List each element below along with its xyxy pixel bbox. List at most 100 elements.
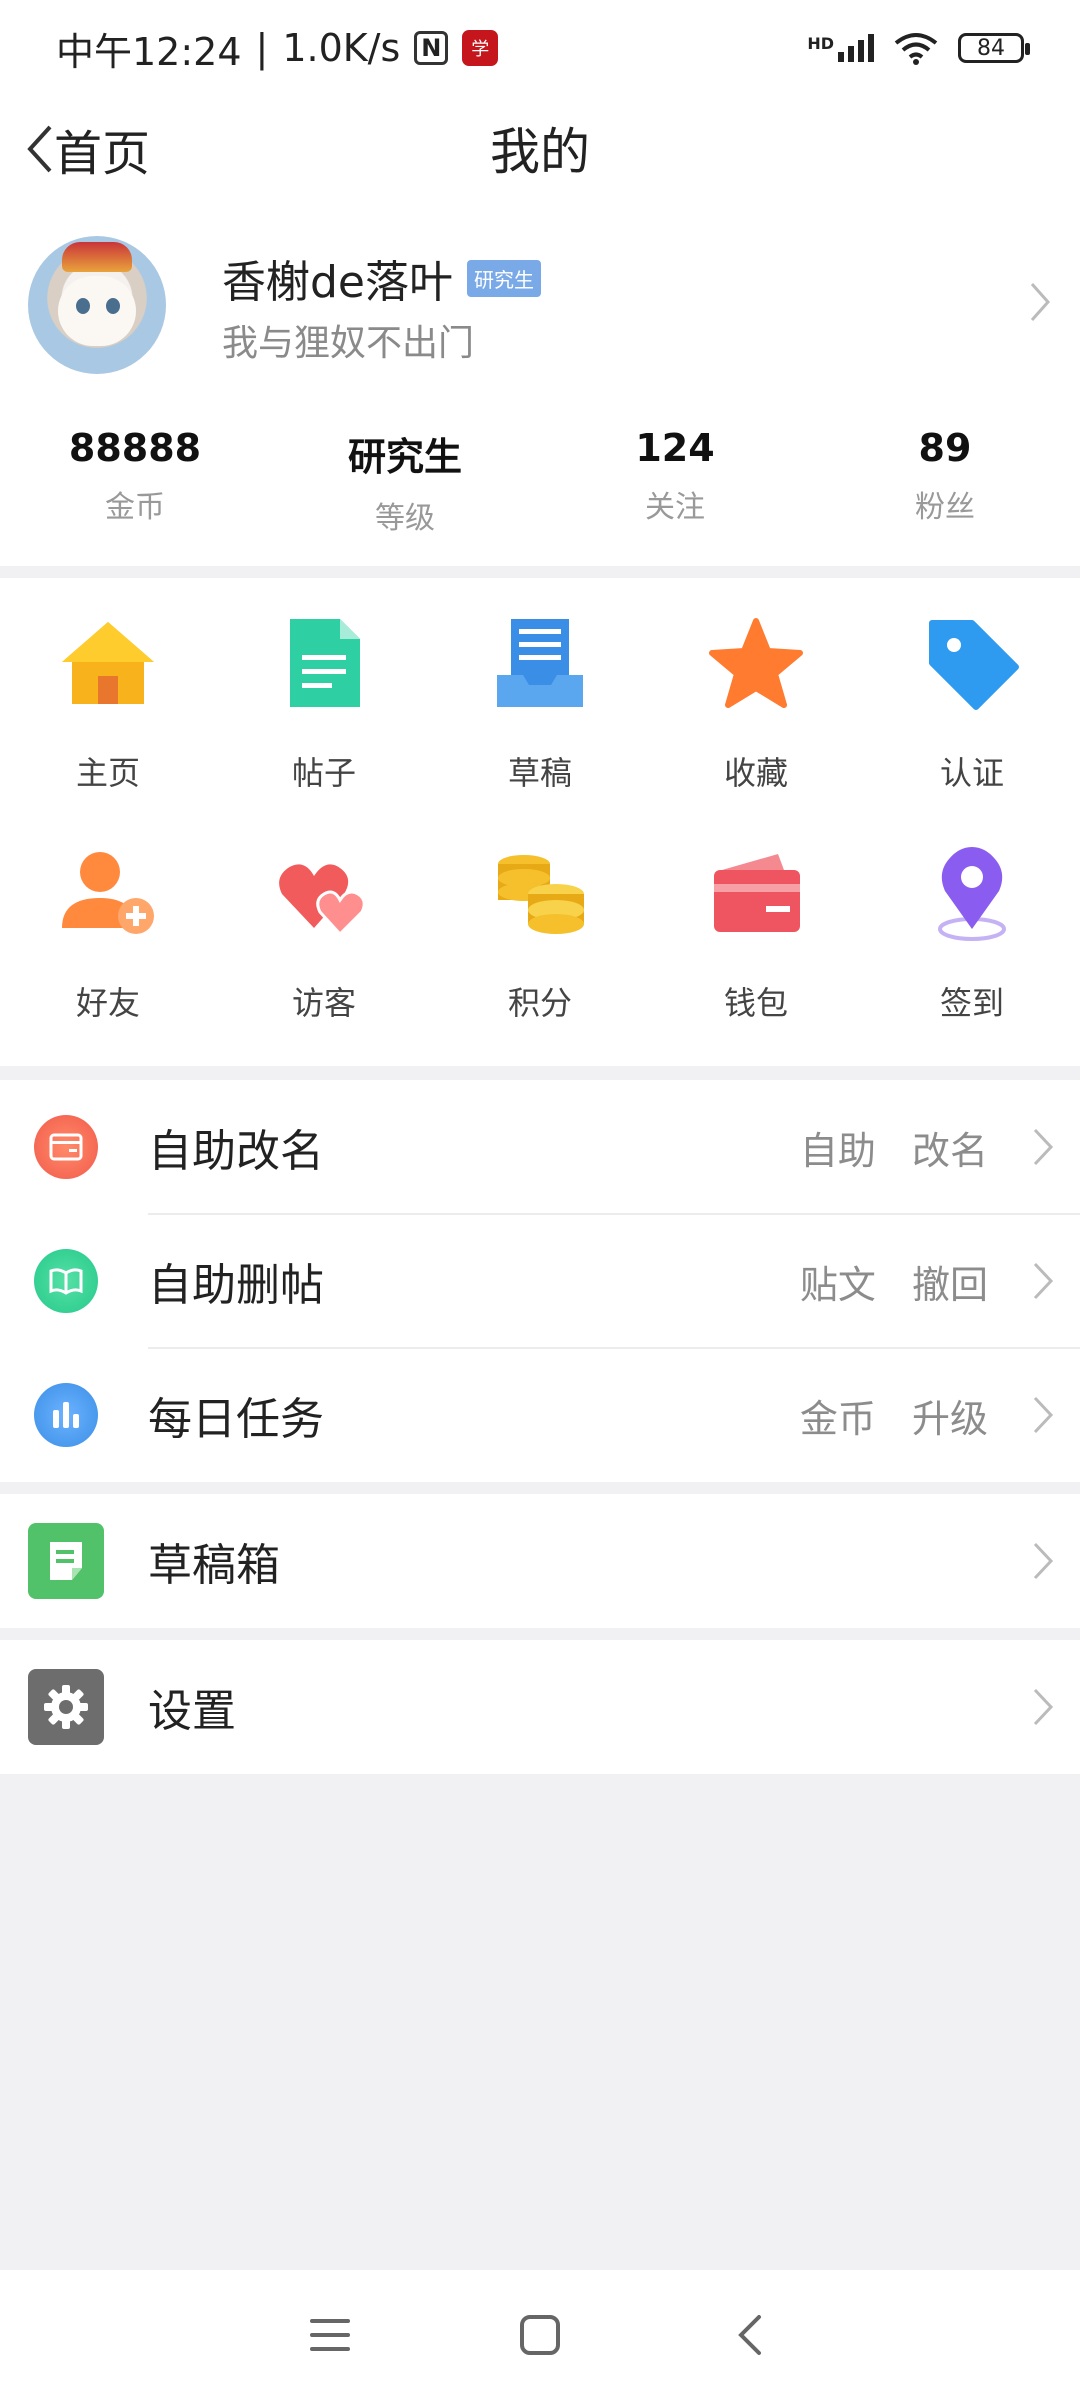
grid-item-home[interactable]: 主页 — [0, 608, 216, 808]
avatar[interactable] — [28, 236, 166, 374]
grid-item-posts[interactable]: 帖子 — [216, 608, 432, 808]
stat-coins[interactable]: 88888 金币 — [0, 426, 270, 537]
status-time: 中午12:24 — [56, 29, 242, 74]
home-button[interactable] — [510, 2305, 570, 2365]
grid-item-checkin[interactable]: 签到 — [864, 838, 1080, 1038]
hamburger-icon — [310, 2319, 350, 2351]
bar-chart-icon — [34, 1383, 98, 1447]
menu-item-delete-post[interactable]: 自助删帖 贴文 撤回 — [0, 1214, 1080, 1348]
stat-label: 关注 — [645, 490, 705, 525]
system-nav-bar — [0, 2270, 1080, 2400]
menu-label: 自助删帖 — [148, 1260, 324, 1311]
chevron-right-icon — [1033, 1396, 1054, 1434]
grid-label: 草稿 — [507, 754, 572, 792]
grid-item-verify[interactable]: 认证 — [864, 608, 1080, 808]
star-icon — [701, 608, 811, 718]
stat-label: 等级 — [375, 501, 435, 536]
grid-item-favorites[interactable]: 收藏 — [648, 608, 864, 808]
grid-label: 主页 — [75, 754, 140, 792]
grid-label: 好友 — [75, 984, 140, 1022]
stat-value: 124 — [635, 426, 715, 470]
stats-row: 88888 金币 研究生 等级 124 关注 89 粉丝 — [0, 426, 1080, 537]
chevron-left-icon — [738, 2315, 761, 2355]
avatar-eye — [76, 298, 90, 314]
nfc-icon: N — [414, 31, 449, 65]
add-friend-icon — [53, 838, 163, 948]
grid-label: 钱包 — [723, 984, 788, 1022]
menu-item-settings[interactable]: 设置 — [0, 1640, 1080, 1774]
chevron-right-icon — [1033, 1688, 1054, 1726]
grid-item-wallet[interactable]: 钱包 — [648, 838, 864, 1038]
stat-followers[interactable]: 89 粉丝 — [810, 426, 1080, 537]
menu-label: 自助改名 — [148, 1126, 324, 1177]
grid-label: 帖子 — [291, 754, 356, 792]
menu-hint: 贴文 撤回 — [799, 1262, 988, 1307]
coins-icon — [485, 838, 595, 948]
tag-icon — [917, 608, 1027, 718]
avatar-crown — [62, 242, 132, 272]
menu-button[interactable] — [300, 2305, 360, 2365]
menu-hint: 金币 升级 — [799, 1396, 988, 1441]
signal-icon: HD — [807, 34, 874, 62]
system-back-button[interactable] — [720, 2305, 780, 2365]
menu-group-tools: 自助改名 自助 改名 自助删帖 贴文 撤回 每日任务 金币 升级 — [0, 1080, 1080, 1482]
menu-item-daily-tasks[interactable]: 每日任务 金币 升级 — [0, 1348, 1080, 1482]
grid-label: 访客 — [291, 984, 356, 1022]
username: 香榭de落叶 — [222, 257, 453, 308]
username-row: 香榭de落叶 研究生 — [222, 246, 541, 310]
menu-item-drafts[interactable]: 草稿箱 — [0, 1494, 1080, 1628]
wifi-icon — [894, 33, 938, 65]
status-right: HD 84 — [807, 31, 1030, 65]
grid-label: 收藏 — [723, 754, 788, 792]
stat-level[interactable]: 研究生 等级 — [270, 426, 540, 537]
wallet-icon — [701, 838, 811, 948]
chevron-right-icon — [1033, 1262, 1054, 1300]
grid-label: 积分 — [507, 984, 572, 1022]
grid-item-friends[interactable]: 好友 — [0, 838, 216, 1038]
chevron-right-icon — [1030, 283, 1051, 321]
chevron-right-icon — [1033, 1128, 1054, 1166]
hearts-icon — [269, 838, 379, 948]
menu-item-rename[interactable]: 自助改名 自助 改名 — [0, 1080, 1080, 1214]
grid-item-drafts[interactable]: 草稿 — [432, 608, 648, 808]
grid-label: 签到 — [939, 984, 1004, 1022]
stat-value: 88888 — [68, 426, 202, 470]
network-type: HD — [807, 34, 834, 53]
signature: 我与狸奴不出门 — [222, 323, 475, 364]
grid-label: 认证 — [939, 754, 1004, 792]
grid-item-visitors[interactable]: 访客 — [216, 838, 432, 1038]
status-separator: | — [255, 26, 269, 70]
avatar-face — [58, 276, 136, 346]
book-icon — [34, 1249, 98, 1313]
location-pin-icon — [917, 838, 1027, 948]
menu-group-settings: 设置 — [0, 1640, 1080, 1774]
square-icon — [520, 2315, 560, 2355]
stat-value: 89 — [918, 426, 972, 470]
avatar-eye — [106, 298, 120, 314]
stat-label: 粉丝 — [915, 490, 975, 525]
rename-icon — [34, 1115, 98, 1179]
level-badge: 研究生 — [467, 259, 541, 297]
grid-row: 好友 访客 积分 钱包 签到 — [0, 808, 1080, 1038]
menu-label: 草稿箱 — [148, 1540, 280, 1591]
network-speed: 1.0K/s — [282, 26, 401, 70]
menu-label: 设置 — [148, 1686, 236, 1737]
stat-value: 研究生 — [347, 435, 462, 479]
menu-hint: 自助 改名 — [799, 1128, 988, 1173]
menu-group-drafts: 草稿箱 — [0, 1494, 1080, 1628]
gear-icon — [28, 1669, 104, 1745]
page-title: 我的 — [490, 123, 590, 181]
draft-box-icon — [28, 1523, 104, 1599]
post-icon — [269, 608, 379, 718]
profile-card[interactable]: 香榭de落叶 研究生 我与狸奴不出门 88888 金币 研究生 等级 124 关… — [0, 196, 1080, 566]
stat-label: 金币 — [105, 490, 165, 525]
status-bar: 中午12:24 | 1.0K/s N 学 HD 84 — [0, 0, 1080, 96]
battery-icon: 84 — [958, 33, 1030, 63]
stat-following[interactable]: 124 关注 — [540, 426, 810, 537]
draft-icon — [485, 608, 595, 718]
menu-label: 每日任务 — [148, 1394, 324, 1445]
grid-item-points[interactable]: 积分 — [432, 838, 648, 1038]
app-notification-icon: 学 — [462, 30, 499, 66]
status-left: 中午12:24 | 1.0K/s N 学 — [56, 21, 499, 76]
nav-bar: 首页 我的 — [0, 96, 1080, 196]
